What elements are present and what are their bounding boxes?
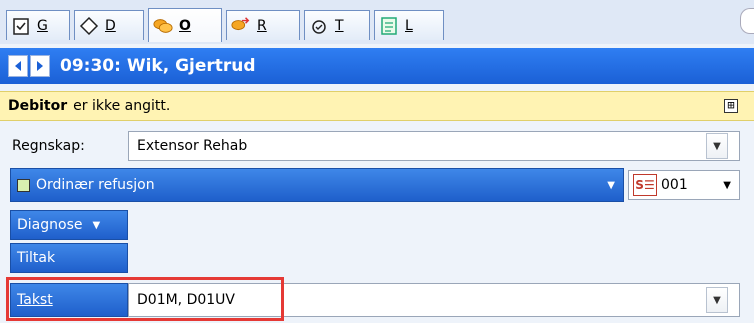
highlight-box — [6, 277, 284, 321]
tab-o[interactable]: O — [148, 8, 222, 42]
code-value: 001 — [661, 177, 688, 193]
s-list-icon: S☰ — [633, 174, 657, 196]
tiltak-label: Tiltak — [17, 250, 56, 266]
regnskap-dropdown-button[interactable]: ▼ — [706, 133, 728, 159]
green-square-icon — [17, 178, 30, 192]
tab-o-label: O — [179, 17, 191, 34]
arrow-left-icon — [15, 61, 21, 71]
refusjon-label: Ordinær refusjon — [36, 177, 155, 193]
tab-d[interactable]: D — [74, 10, 144, 40]
tab-d-label: D — [105, 17, 116, 34]
diagnose-label: Diagnose — [17, 217, 83, 233]
list-check-icon — [379, 16, 399, 36]
nav-corner-button[interactable] — [740, 8, 754, 34]
chevron-down-icon: ▼ — [723, 179, 731, 191]
tab-g-label: G — [37, 17, 48, 34]
notice-bold: Debitor — [8, 98, 68, 114]
coins-icon — [153, 16, 173, 36]
stethoscope-icon — [309, 16, 329, 36]
tab-r-label: R — [257, 17, 267, 34]
refusjon-dropdown[interactable]: Ordinær refusjon ▼ — [10, 168, 624, 202]
arrow-right-icon — [37, 61, 43, 71]
chevron-down-icon: ▼ — [92, 219, 101, 231]
chevron-down-icon: ▼ — [607, 179, 615, 191]
tab-l-label: L — [405, 17, 413, 34]
next-button[interactable] — [30, 55, 50, 77]
clipboard-check-icon — [11, 16, 31, 36]
regnskap-label: Regnskap: — [12, 138, 85, 154]
diagnose-button[interactable]: Diagnose ▼ — [10, 210, 128, 240]
debitor-notice: Debitor er ikke angitt. ⊞ — [0, 91, 754, 121]
notice-text: er ikke angitt. — [73, 98, 171, 114]
tiltak-button[interactable]: Tiltak — [10, 243, 128, 273]
appointment-header: 09:30: Wik, Gjertrud — [0, 48, 754, 84]
code-select[interactable]: S☰ 001 ▼ — [628, 170, 740, 200]
tab-r[interactable]: R — [226, 10, 300, 40]
coins-arrow-icon — [231, 16, 251, 36]
tab-bar: G D O R T L — [0, 0, 754, 44]
tab-l[interactable]: L — [374, 10, 444, 40]
expand-button[interactable]: ⊞ — [724, 99, 738, 113]
regnskap-value: Extensor Rehab — [137, 138, 248, 154]
regnskap-field[interactable]: Extensor Rehab — [128, 131, 740, 161]
tab-t-label: T — [335, 17, 344, 34]
chevron-down-icon: ▼ — [713, 140, 721, 152]
takst-dropdown-button[interactable]: ▼ — [706, 287, 728, 313]
diamond-icon — [79, 16, 99, 36]
tab-g[interactable]: G — [6, 10, 70, 40]
tab-t[interactable]: T — [304, 10, 370, 40]
chevron-down-icon: ▼ — [713, 294, 721, 306]
previous-button[interactable] — [8, 55, 28, 77]
appointment-title: 09:30: Wik, Gjertrud — [60, 56, 256, 76]
